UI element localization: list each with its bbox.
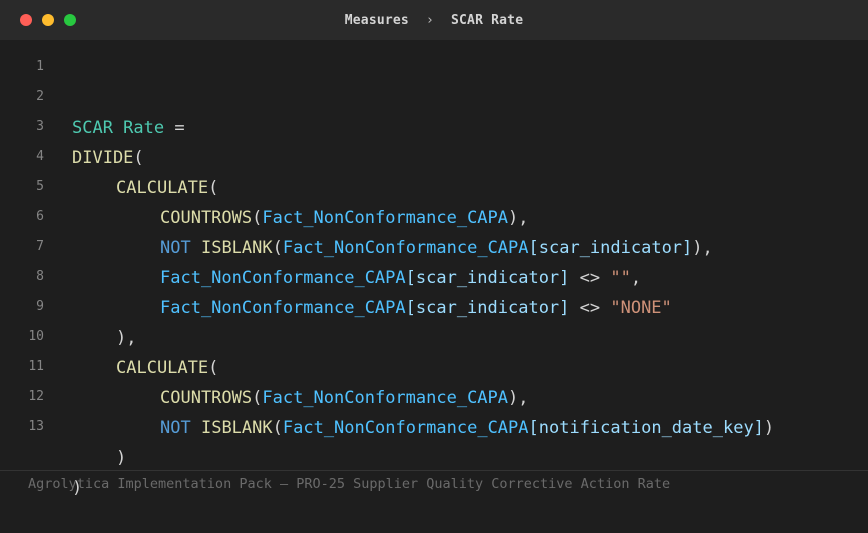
line-number: 13	[28, 419, 44, 434]
code-line: 1 SCAR Rate =	[0, 53, 868, 138]
code-line: 9 CALCULATE(	[0, 293, 868, 378]
line-number: 9	[36, 299, 44, 314]
line-number: 2	[36, 89, 44, 104]
line-number: 4	[36, 149, 44, 164]
code-line: 10 COUNTROWS(Fact_NonConformance_CAPA),	[0, 323, 868, 408]
breadcrumb-item-scar-rate[interactable]: SCAR Rate	[451, 13, 523, 28]
breadcrumb: Measures › SCAR Rate	[0, 0, 868, 40]
editor-window: Measures › SCAR Rate 1 SCAR Rate = 2 DIV…	[0, 0, 868, 510]
line-number: 7	[36, 239, 44, 254]
footer-caption: Agrolytica Implementation Pack — PRO-25 …	[28, 476, 671, 492]
code-line: 12 )	[0, 383, 868, 468]
code-line: 5 NOT ISBLANK(Fact_NonConformance_CAPA[s…	[0, 173, 868, 258]
line-number: 11	[28, 359, 44, 374]
code-line: 6 Fact_NonConformance_CAPA[scar_indicato…	[0, 203, 868, 288]
line-number: 1	[36, 59, 44, 74]
code-line: 4 COUNTROWS(Fact_NonConformance_CAPA),	[0, 143, 868, 228]
line-number: 3	[36, 119, 44, 134]
line-number: 12	[28, 389, 44, 404]
code-line: 8 ),	[0, 263, 868, 348]
chevron-right-icon: ›	[425, 12, 434, 28]
title-bar: Measures › SCAR Rate	[0, 0, 868, 40]
code-line: 2 DIVIDE(	[0, 83, 868, 168]
paren-token: )	[116, 448, 127, 468]
code-line: 7 Fact_NonConformance_CAPA[scar_indicato…	[0, 233, 868, 318]
footer: Agrolytica Implementation Pack — PRO-25 …	[0, 470, 868, 511]
line-number: 10	[28, 329, 44, 344]
code-line: 13 )	[0, 413, 868, 498]
line-number: 8	[36, 269, 44, 284]
breadcrumb-item-measures[interactable]: Measures	[345, 13, 409, 28]
code-line: 11 NOT ISBLANK(Fact_NonConformance_CAPA[…	[0, 353, 868, 438]
code-text: )	[116, 443, 126, 473]
line-number: 5	[36, 179, 44, 194]
code-line: 3 CALCULATE(	[0, 113, 868, 198]
line-number: 6	[36, 209, 44, 224]
code-editor[interactable]: 1 SCAR Rate = 2 DIVIDE( 3 CALCULATE( 4 C…	[0, 53, 868, 498]
